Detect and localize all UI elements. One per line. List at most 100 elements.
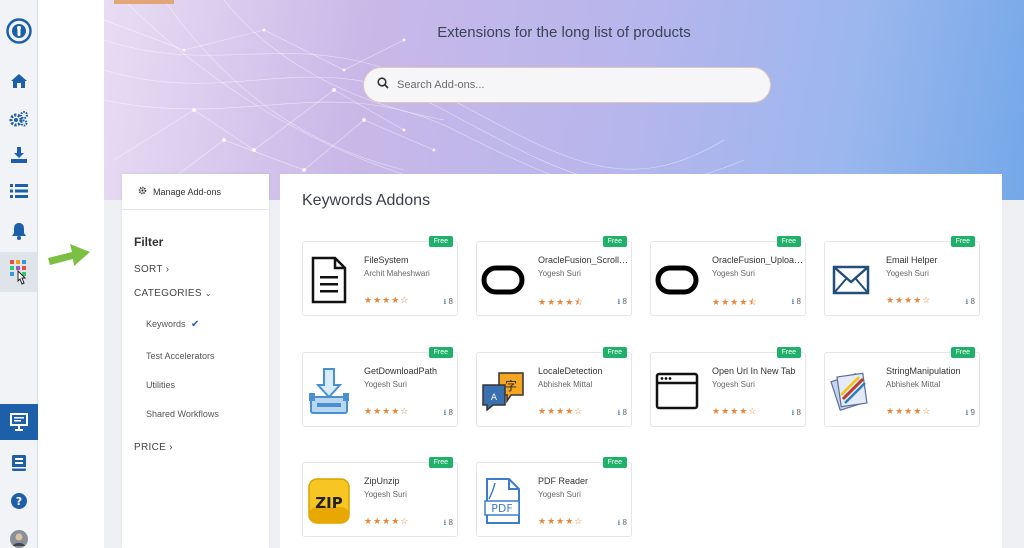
search-input[interactable] xyxy=(397,79,757,91)
download-icon[interactable] xyxy=(0,140,38,170)
addon-author: Yogesh Suri xyxy=(538,490,581,499)
addon-card[interactable]: Free Open Url In New Tab Yogesh Suri ★★★… xyxy=(650,347,806,427)
free-badge: Free xyxy=(428,236,453,247)
download-icon: ⭳ xyxy=(617,408,621,417)
addon-card[interactable]: Free StringManipulation Abhishek Mittal … xyxy=(824,347,980,427)
free-badge: Free xyxy=(776,236,801,247)
book-icon[interactable] xyxy=(0,448,38,478)
addon-card[interactable]: Free 字A LocaleDetection Abhishek Mittal … xyxy=(476,347,632,427)
free-badge: Free xyxy=(428,457,453,468)
addon-author: Abhishek Mittal xyxy=(886,380,941,389)
rating-stars: ★★★★☆ xyxy=(364,406,410,416)
price-label: PRICE xyxy=(134,442,167,453)
download-icon: ⭳ xyxy=(443,297,447,306)
svg-text:PDF: PDF xyxy=(491,502,512,515)
avatar[interactable] xyxy=(0,524,38,548)
download-count: ⭳ 8 xyxy=(617,408,628,417)
category-utilities[interactable]: Utilities xyxy=(146,380,175,390)
addon-card[interactable]: Free OracleFusion_ScrollTa... Yogesh Sur… xyxy=(476,236,632,316)
download-icon: ⭳ xyxy=(617,297,621,306)
rating-stars: ★★★★☆ xyxy=(886,406,932,416)
rating-stars: ★★★★☆ xyxy=(712,406,758,416)
addon-name: GetDownloadPath xyxy=(364,366,438,376)
hero-banner: Extensions for the long list of products xyxy=(104,0,1024,200)
addon-card[interactable]: Free Email Helper Yogesh Suri ★★★★☆ ⭳ 8 xyxy=(824,236,980,316)
left-rail: ? xyxy=(0,0,38,548)
addon-card[interactable]: Free FileSystem Archit Maheshwari ★★★★☆ … xyxy=(302,236,458,316)
addon-name: StringManipulation xyxy=(886,366,961,376)
addon-name: LocaleDetection xyxy=(538,366,603,376)
download-count: ⭳ 8 xyxy=(965,297,976,306)
addon-author: Yogesh Suri xyxy=(364,380,407,389)
free-badge: Free xyxy=(428,347,453,358)
download-count: ⭳ 8 xyxy=(791,408,802,417)
home-icon[interactable] xyxy=(0,66,38,96)
download-icon: ⭳ xyxy=(443,408,447,417)
download-icon: ⭳ xyxy=(617,518,621,527)
addon-author: Abhishek Mittal xyxy=(538,380,593,389)
addon-author: Archit Maheshwari xyxy=(364,269,430,278)
search-bar[interactable] xyxy=(363,67,771,103)
price-toggle[interactable]: PRICE › xyxy=(134,442,173,453)
download-count: ⭳ 8 xyxy=(791,297,802,306)
addons-grid-icon[interactable] xyxy=(0,252,38,292)
rating-stars: ★★★★☆ xyxy=(364,516,410,526)
manage-addons-label: Manage Add-ons xyxy=(153,186,222,197)
rating-stars: ★★★★⯪ xyxy=(712,297,758,307)
addon-card[interactable]: Free PDF PDF Reader Yogesh Suri ★★★★☆ ⭳ … xyxy=(476,457,632,537)
help-icon[interactable]: ? xyxy=(0,486,38,516)
category-test-accelerators[interactable]: Test Accelerators xyxy=(146,351,215,361)
download-count: ⭳ 8 xyxy=(443,297,454,306)
translate-icon: 字A xyxy=(481,361,525,421)
pointer-arrow-icon xyxy=(46,240,92,273)
free-badge: Free xyxy=(602,457,627,468)
categories-toggle[interactable]: CATEGORIES ⌄ xyxy=(134,288,212,299)
svg-text:?: ? xyxy=(16,495,22,508)
svg-text:ZIP: ZIP xyxy=(315,494,342,512)
addon-card[interactable]: Free OracleFusion_Upload... Yogesh Suri … xyxy=(650,236,806,316)
free-badge: Free xyxy=(776,347,801,358)
download-icon: ⭳ xyxy=(965,297,969,306)
download-icon: ⭳ xyxy=(443,518,447,527)
category-keywords[interactable]: Keywords ✔ xyxy=(146,319,199,330)
addon-card[interactable]: Free ZIP ZipUnzip Yogesh Suri ★★★★☆ ⭳ 8 xyxy=(302,457,458,537)
download-icon: ⭳ xyxy=(791,297,795,306)
browser-window-icon xyxy=(655,361,699,421)
download-icon: ⭳ xyxy=(965,408,969,417)
rating-stars: ★★★★☆ xyxy=(538,516,584,526)
rating-stars: ★★★★☆ xyxy=(886,295,932,305)
chevron-right-icon: › xyxy=(165,264,170,275)
chevron-right-icon: › xyxy=(169,442,173,453)
category-shared-workflows[interactable]: Shared Workflows xyxy=(146,409,219,419)
free-badge: Free xyxy=(950,236,975,247)
sort-label: SORT xyxy=(134,264,163,275)
download-tray-icon xyxy=(307,361,351,421)
addon-author: Yogesh Suri xyxy=(538,269,581,278)
pdf-icon: PDF xyxy=(481,471,525,531)
download-count: ⭳ 9 xyxy=(965,408,976,417)
filter-title: Filter xyxy=(134,235,164,249)
filter-panel: Manage Add-ons Filter SORT › CATEGORIES … xyxy=(122,174,269,548)
addon-name: Open Url In New Tab xyxy=(712,366,796,376)
presentation-icon[interactable] xyxy=(0,404,38,440)
addon-author: Yogesh Suri xyxy=(886,269,929,278)
download-count: ⭳ 8 xyxy=(617,518,628,527)
manage-addons-button[interactable]: Manage Add-ons xyxy=(122,174,269,210)
download-count: ⭳ 8 xyxy=(443,408,454,417)
svg-text:字: 字 xyxy=(505,378,517,393)
search-icon xyxy=(377,76,389,94)
addon-author: Yogesh Suri xyxy=(712,269,755,278)
addon-name: OracleFusion_ScrollTa... xyxy=(538,255,630,265)
categories-label: CATEGORIES xyxy=(134,288,202,299)
bell-icon[interactable] xyxy=(0,216,38,246)
addon-name: PDF Reader xyxy=(538,476,589,486)
sort-toggle[interactable]: SORT › xyxy=(134,264,169,275)
logo-icon[interactable] xyxy=(0,16,38,46)
download-count: ⭳ 8 xyxy=(617,297,628,306)
gear-icon xyxy=(138,186,147,197)
settings-icon[interactable] xyxy=(0,104,38,134)
addon-card[interactable]: Free GetDownloadPath Yogesh Suri ★★★★☆ ⭳… xyxy=(302,347,458,427)
svg-text:A: A xyxy=(491,393,498,403)
list-icon[interactable] xyxy=(0,176,38,206)
addon-author: Yogesh Suri xyxy=(364,490,407,499)
